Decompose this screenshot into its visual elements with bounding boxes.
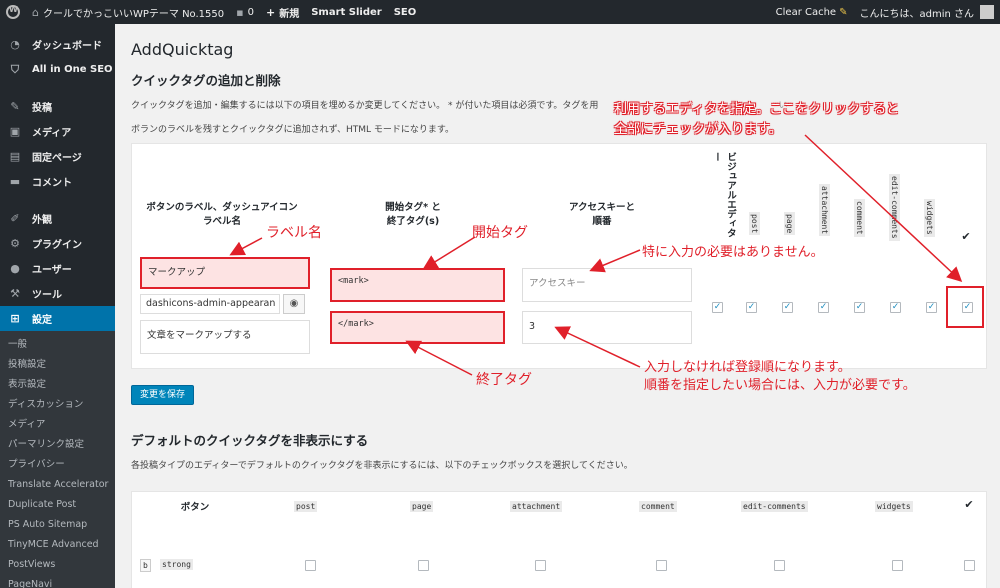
annotation-no-input: 特に入力の必要はありません。: [642, 245, 824, 260]
annotation-editor-line1: 利用するエディタを指定。ここをクリックすると: [614, 102, 900, 117]
annotation-arrows: [229, 134, 963, 376]
annotation-order-line1: 入力しなければ登録順になります。: [644, 360, 851, 375]
annotation-end-tag: 終了タグ: [476, 372, 532, 388]
annotation-start-tag: 開始タグ: [472, 225, 528, 241]
annotation-order-line2: 順番を指定したい場合には、入力が必要です。: [644, 378, 916, 393]
annotation-label: ラベル名: [266, 225, 322, 241]
annotation-editor-line2: 全部にチェックが入ります。: [614, 122, 782, 137]
